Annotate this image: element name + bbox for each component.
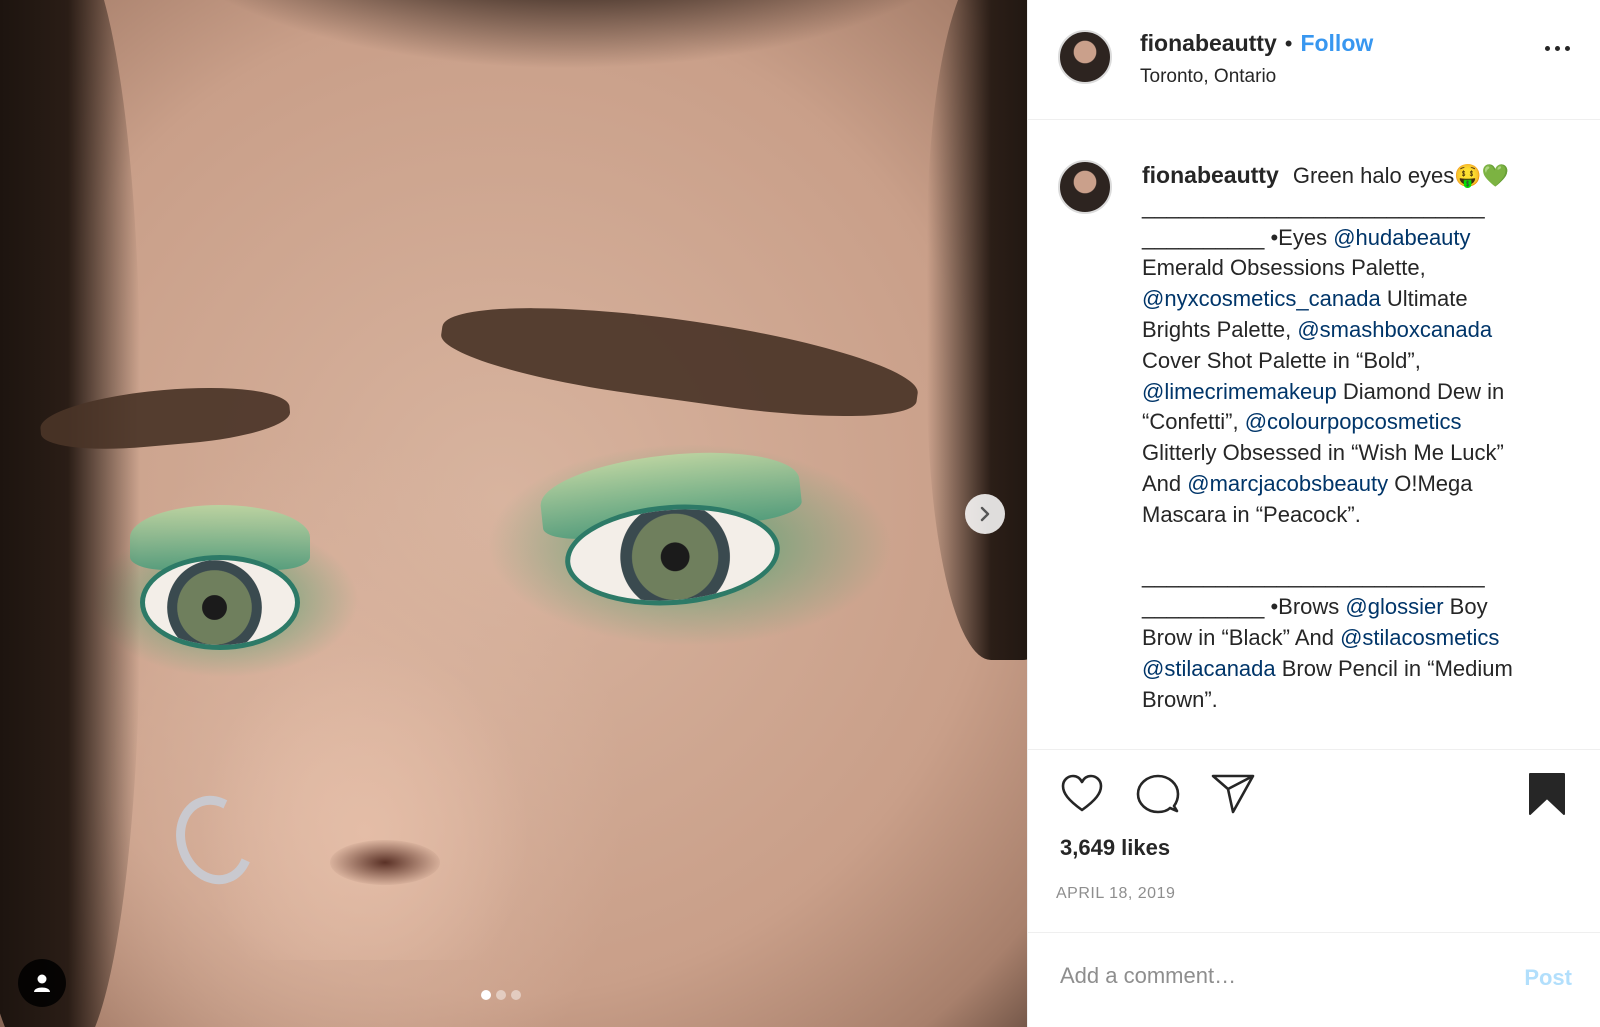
caption-segment: Cover Shot Palette in “Bold”, [1142, 347, 1421, 373]
caption-text: fionabeautty Green halo eyes🤑💚 __________… [1142, 160, 1574, 749]
caption-segment: Brown”. [1142, 686, 1218, 712]
mention-link[interactable]: @smashboxcanada [1297, 317, 1492, 342]
more-horizontal-icon [1545, 46, 1550, 51]
next-image-button[interactable] [965, 494, 1005, 534]
hair-top [120, 0, 1020, 70]
caption-segment: O!Mega [1388, 470, 1473, 496]
caption-segment: Boy [1443, 594, 1488, 620]
user-tag-icon [34, 974, 50, 992]
chevron-right-icon [980, 506, 990, 522]
caption-line: Cover Shot Palette in “Bold”, [1142, 346, 1574, 377]
caption-line: Emerald Obsessions Palette, [1142, 253, 1574, 284]
user-tags-button[interactable] [18, 959, 66, 1007]
comment-input[interactable] [1060, 963, 1480, 989]
left-eye [140, 555, 300, 650]
caption-line: Brow in “Black” And @stilacosmetics [1142, 623, 1574, 654]
caption-segment: Brow Pencil in “Medium [1275, 655, 1513, 681]
likes-count[interactable]: 3,649 likes [1028, 835, 1600, 877]
mention-link[interactable]: @colourpopcosmetics [1245, 409, 1462, 434]
caption-line: @stilacanada Brow Pencil in “Medium [1142, 654, 1574, 685]
mention-link[interactable]: @marcjacobsbeauty [1187, 471, 1388, 496]
action-bar [1028, 750, 1600, 835]
bookmark-filled-icon [1529, 773, 1565, 815]
caption-segment: ____________________________ [1142, 193, 1485, 219]
carousel-dot [496, 990, 506, 1000]
carousel-dot [481, 990, 491, 1000]
mention-link[interactable]: @glossier [1345, 594, 1443, 619]
caption-segment: Brow in “Black” And [1142, 624, 1341, 650]
follow-button[interactable]: Follow [1300, 30, 1373, 57]
caption-username[interactable]: fionabeautty [1142, 162, 1279, 188]
caption-segment: Glitterly Obsessed in “Wish Me Luck” [1142, 440, 1504, 466]
caption-avatar[interactable] [1058, 160, 1112, 214]
post-header: fionabeautty • Follow Toronto, Ontario [1028, 0, 1600, 120]
caption-segment: __________ •Brows [1142, 594, 1346, 620]
caption-segment: Ultimate [1380, 286, 1468, 312]
post-date[interactable]: APRIL 18, 2019 [1028, 877, 1600, 932]
header-name-row: fionabeautty • Follow [1140, 30, 1373, 57]
nose [200, 640, 530, 960]
more-options-button[interactable] [1545, 46, 1570, 51]
like-button[interactable] [1060, 772, 1104, 821]
separator-dot: • [1284, 31, 1293, 56]
caption-line: And @marcjacobsbeauty O!Mega [1142, 469, 1574, 500]
comment-button[interactable] [1136, 772, 1180, 821]
more-horizontal-icon [1565, 46, 1570, 51]
caption-segment: Brights Palette, [1142, 316, 1298, 342]
mention-link[interactable]: @nyxcosmetics_canada [1142, 286, 1381, 311]
caption-segment: Diamond Dew in [1336, 378, 1505, 404]
caption-segment: And [1142, 470, 1188, 496]
hair-right [927, 0, 1027, 660]
caption-line: “Confetti”, @colourpopcosmetics [1142, 407, 1574, 438]
hair-left [0, 0, 140, 1027]
caption-segment: Emerald Obsessions Palette, [1142, 255, 1426, 281]
caption-line: Glitterly Obsessed in “Wish Me Luck” [1142, 438, 1574, 469]
post-photo[interactable] [0, 0, 1027, 1027]
mention-link[interactable]: @hudabeauty [1333, 225, 1470, 250]
share-button[interactable] [1211, 772, 1255, 821]
post-comment-button[interactable]: Post [1524, 965, 1572, 991]
caption-section: fionabeautty Green halo eyes🤑💚 __________… [1028, 120, 1600, 750]
heart-icon [1061, 774, 1103, 812]
right-eyebrow [436, 286, 924, 434]
carousel-indicator [481, 990, 521, 1000]
location-link[interactable]: Toronto, Ontario [1140, 66, 1276, 88]
post-modal: fionabeautty • Follow Toronto, Ontario f… [0, 0, 1600, 1027]
carousel-dot [511, 990, 521, 1000]
mention-link[interactable]: @stilacosmetics [1340, 625, 1499, 650]
caption-line: __________ •Brows @glossier Boy [1142, 592, 1574, 623]
left-iris [167, 560, 262, 645]
save-button[interactable] [1528, 772, 1566, 821]
caption-line: Brights Palette, @smashboxcanada [1142, 315, 1574, 346]
caption-line: __________ •Eyes @hudabeauty [1142, 223, 1574, 254]
mention-link[interactable]: @limecrimemakeup [1142, 379, 1337, 404]
more-horizontal-icon [1555, 46, 1560, 51]
caption-line: Mascara in “Peacock”. [1142, 500, 1574, 531]
paper-plane-icon [1211, 774, 1255, 814]
caption-segment: Green halo eyes🤑💚 [1292, 163, 1510, 188]
caption-segment: ____________________________ [1142, 563, 1485, 589]
nostril [330, 840, 440, 885]
right-iris [616, 498, 734, 613]
caption-line: @nyxcosmetics_canada Ultimate [1142, 284, 1574, 315]
caption-line: Brown”. [1142, 685, 1574, 716]
caption-line: ____________________________ [1142, 192, 1574, 223]
caption-segment: Mascara in “Peacock”. [1142, 501, 1361, 527]
mention-link[interactable]: @stilacanada [1142, 656, 1276, 681]
post-sidebar: fionabeautty • Follow Toronto, Ontario f… [1027, 0, 1600, 1027]
comment-bubble-icon [1136, 774, 1180, 814]
comment-bar: Post [1028, 932, 1600, 1027]
caption-line: @limecrimemakeup Diamond Dew in [1142, 377, 1574, 408]
caption-segment: “Confetti”, [1142, 409, 1245, 435]
username-link[interactable]: fionabeautty [1140, 30, 1277, 57]
caption-segment: __________ •Eyes [1142, 224, 1334, 250]
caption-line: ____________________________ [1142, 561, 1574, 592]
avatar[interactable] [1058, 30, 1112, 84]
